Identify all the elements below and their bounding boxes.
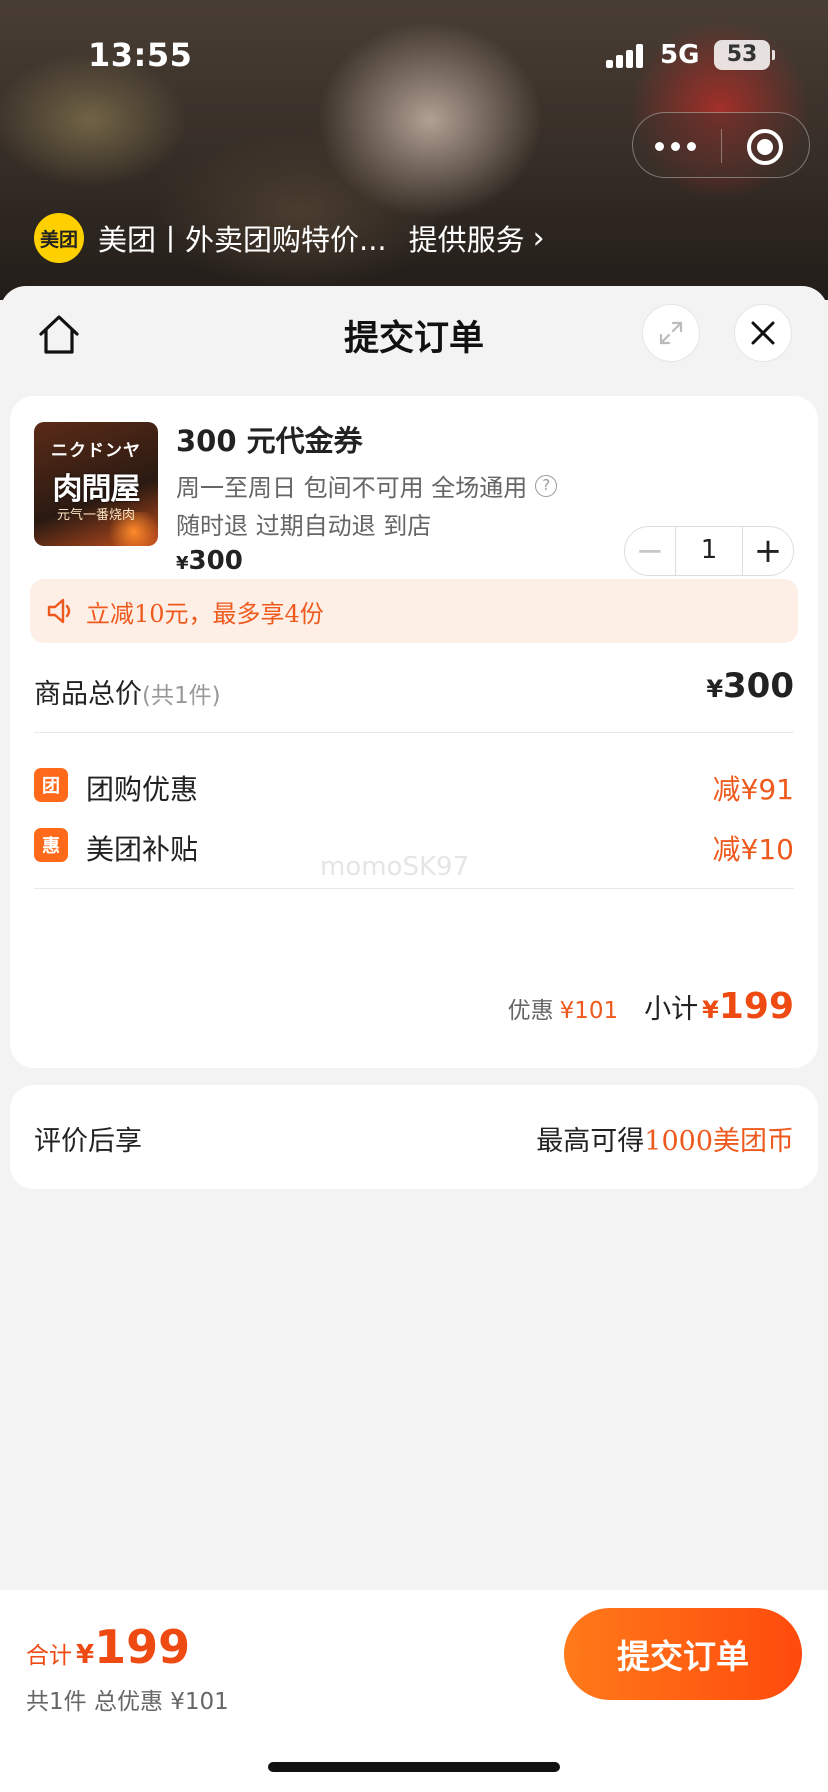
quantity-stepper: − 1 + [624,526,794,576]
group-buy-tag-icon: 团 [34,768,68,802]
image-text-main: 肉問屋 [52,472,141,507]
order-sheet: 提交订单 ニクドンヤ 肉問屋 元气一番烧肉 300 元代金券 周一至周日 包间不… [0,286,828,1792]
subtotal-symbol: ¥ [702,996,719,1024]
checkout-bar: 合计 ¥ 199 共1件 总优惠 ¥101 提交订单 [0,1590,828,1792]
help-icon[interactable]: ? [535,474,558,497]
subtotal-discount-value: ¥101 [559,998,619,1024]
close-icon [751,321,775,345]
product-refund-policy: 随时退 过期自动退 到店 [176,512,432,540]
product-rules-text: 周一至周日 包间不可用 全场通用 [176,474,528,502]
decrease-button[interactable]: − [625,527,675,574]
more-icon[interactable] [655,135,701,157]
home-indicator [268,1762,560,1772]
increase-button[interactable]: + [743,527,793,574]
signal-icon [606,44,646,68]
speaker-icon [47,598,71,624]
discount-row: 团 团购优惠 减¥91 [34,760,794,810]
price-value: 300 [188,546,243,576]
subtotal-row: 优惠 ¥101 小计 ¥199 [508,986,794,1027]
total-meta: 共1件 总优惠 ¥101 [26,1689,229,1715]
total-label: 合计 [26,1643,72,1669]
service-label: 提供服务 [408,223,525,257]
divider [34,888,794,889]
meituan-logo: 美团 [34,213,84,263]
subtotal-value: 199 [718,986,794,1027]
product-image: ニクドンヤ 肉問屋 元气一番烧肉 [34,422,158,546]
review-reward-amount: 1000美团币 [644,1126,794,1157]
close-button[interactable] [734,304,792,362]
product-title: 300 元代金券 [176,424,363,458]
subtotal-label: 小计 [644,994,699,1025]
provider-name: 美团丨外卖团购特价... [98,223,387,257]
review-reward-card[interactable]: 评价后享 最高可得1000美团币 [10,1085,818,1189]
nav-bar: 提交订单 [0,286,828,386]
mini-program-capsule [632,112,810,178]
review-reward: 最高可得1000美团币 [536,1119,794,1158]
image-text-bottom: 元气一番烧肉 [56,508,135,523]
total-symbol: ¥ [76,1640,95,1670]
order-card: ニクドンヤ 肉問屋 元气一番烧肉 300 元代金券 周一至周日 包间不可用 全场… [10,396,818,1068]
review-label: 评价后享 [34,1126,142,1157]
goods-total-label: 商品总价 [34,679,142,710]
status-bar: 13:55 5G 53 [0,32,828,76]
close-miniprogram-icon[interactable] [747,129,783,165]
image-text-top: ニクドンヤ [51,441,141,461]
status-time: 13:55 [88,36,193,74]
battery-icon: 53 [714,40,775,70]
promo-text: 立减10元，最多享4份 [86,599,324,628]
goods-total-row: 商品总价(共1件) ¥300 [34,658,794,718]
capsule-divider [721,129,722,163]
service-provider[interactable]: 美团 美团丨外卖团购特价... 提供服务 › [34,212,545,264]
price-symbol: ¥ [176,553,189,574]
discount-amount: 减¥10 [712,833,794,866]
subsidy-tag-icon: 惠 [34,828,68,862]
subtotal-discount-label: 优惠 [507,998,554,1024]
discount-label: 团购优惠 [86,773,199,806]
watermark: momoSK97 [320,852,470,882]
product-rules: 周一至周日 包间不可用 全场通用 ? [176,468,558,503]
quantity-value[interactable]: 1 [675,527,743,575]
goods-count: (共1件) [142,683,221,709]
total-summary: 合计 ¥ 199 [26,1620,190,1674]
product-price: ¥300 [176,546,243,576]
discount-amount: 减¥91 [712,773,794,806]
total-value: 199 [94,1620,191,1674]
review-reward-prefix: 最高可得 [536,1126,645,1157]
expand-icon [659,321,683,345]
network-type: 5G [660,40,700,70]
promo-banner: 立减10元，最多享4份 [30,579,798,643]
expand-button[interactable] [642,304,700,362]
divider [34,732,794,733]
submit-order-button[interactable]: 提交订单 [564,1608,802,1700]
goods-total-symbol: ¥ [706,675,724,703]
discount-label: 美团补贴 [86,833,199,866]
chevron-right-icon: › [532,220,545,256]
page-title: 提交订单 [343,319,484,359]
goods-total-value: 300 [723,666,794,706]
